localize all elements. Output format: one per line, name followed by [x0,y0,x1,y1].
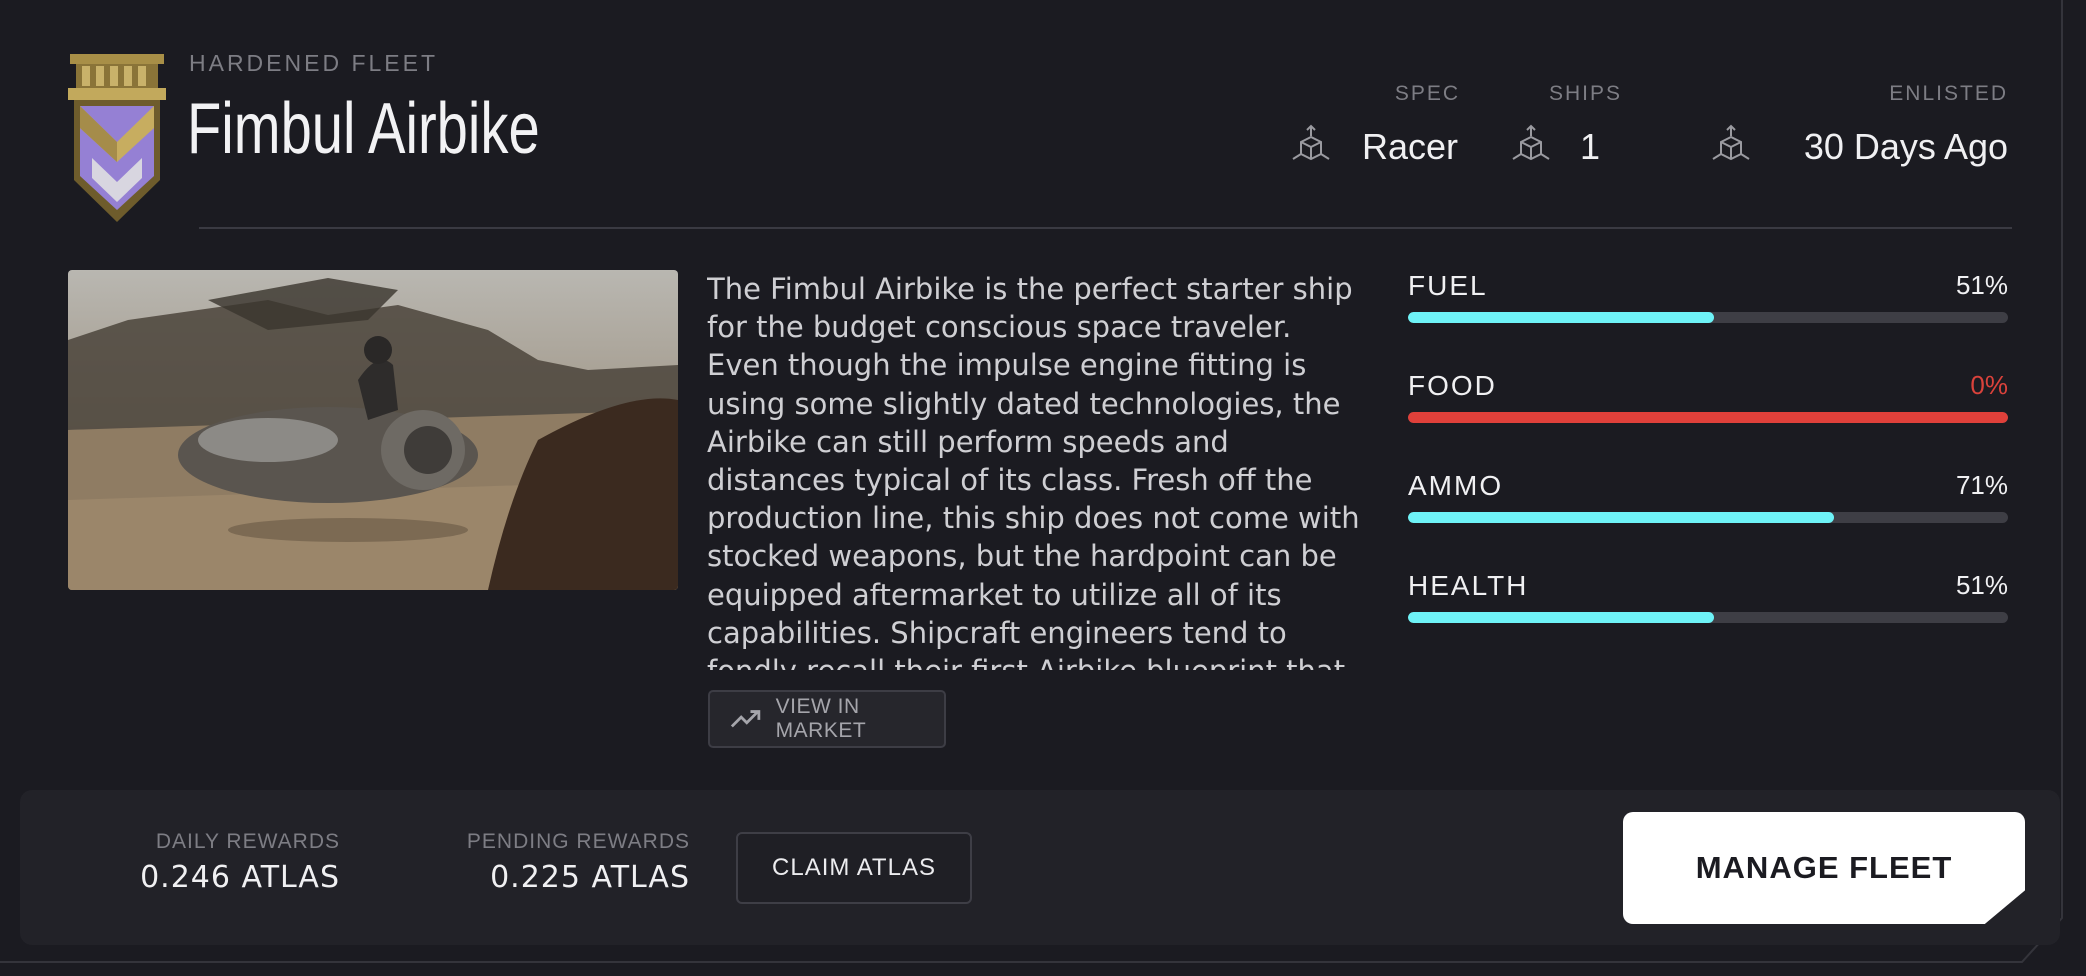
stat-spec-label: SPEC [1394,82,1460,105]
resource-food-label: FOOD [1408,370,1497,401]
cube-icon [1712,124,1750,161]
resource-health-label: HEALTH [1408,570,1529,601]
ship-name-title: Fimbul Airbike [187,89,540,169]
resource-health-bar [1408,612,2008,623]
resource-ammo-label: AMMO [1408,470,1504,501]
manage-fleet-button[interactable]: MANAGE FLEET [1623,812,2025,924]
cube-icon [1292,124,1330,161]
resource-ammo-percent: 71% [1955,470,2008,500]
resource-health-fill [1408,612,1714,623]
resource-fuel-percent: 51% [1955,270,2008,300]
resource-food: FOOD 0% [1408,370,2008,430]
resource-food-bar [1408,412,2008,423]
pending-rewards-value: 0.225 ATLAS [490,860,690,895]
resource-fuel-bar [1408,312,2008,323]
resource-health: HEALTH 51% [1408,570,2008,630]
fleet-tier-label: HARDENED FLEET [189,50,439,76]
view-in-market-label: VIEW IN MARKET [775,695,867,742]
resource-health-percent: 51% [1955,570,2008,600]
stat-enlisted: ENLISTED 30 Days Ago [1708,82,2008,172]
stat-ships-value: 1 [1580,126,1601,167]
stat-enlisted-label: ENLISTED [1889,82,2008,105]
daily-rewards-value: 0.246 ATLAS [140,860,340,895]
resource-fuel-label: FUEL [1408,270,1488,301]
rewards-footer: DAILY REWARDS 0.246 ATLAS PENDING REWARD… [20,790,2060,945]
claim-atlas-button[interactable]: CLAIM ATLAS [736,832,972,904]
resource-fuel: FUEL 51% [1408,270,2008,330]
trend-up-icon [730,710,761,728]
stat-ships: SHIPS 1 [1508,82,1668,172]
ship-image [68,270,678,590]
resource-ammo: AMMO 71% [1408,470,2008,530]
view-in-market-button[interactable]: VIEW IN MARKET [708,690,946,748]
pending-rewards: PENDING REWARDS 0.225 ATLAS [450,830,690,895]
daily-rewards: DAILY REWARDS 0.246 ATLAS [116,830,340,895]
daily-rewards-label: DAILY REWARDS [155,830,340,853]
pending-rewards-label: PENDING REWARDS [466,830,690,853]
fleet-rank-emblem-icon [68,54,166,222]
ship-stats: SPEC Racer SHIPS 1 ENLISTED 30 Days Ago [1288,82,2008,172]
resource-fuel-fill [1408,312,1714,323]
stat-enlisted-value: 30 Days Ago [1803,126,2008,167]
stat-spec-value: Racer [1362,126,1459,167]
header-divider [199,227,2012,229]
resource-food-fill [1408,412,2008,423]
resource-food-percent: 0% [1970,370,2008,400]
cube-icon [1512,124,1550,161]
resource-ammo-fill [1408,512,1834,523]
ship-description: The Fimbul Airbike is the perfect starte… [707,272,1360,670]
resource-ammo-bar [1408,512,2008,523]
stat-ships-label: SHIPS [1548,82,1622,105]
stat-spec: SPEC Racer [1288,82,1488,172]
